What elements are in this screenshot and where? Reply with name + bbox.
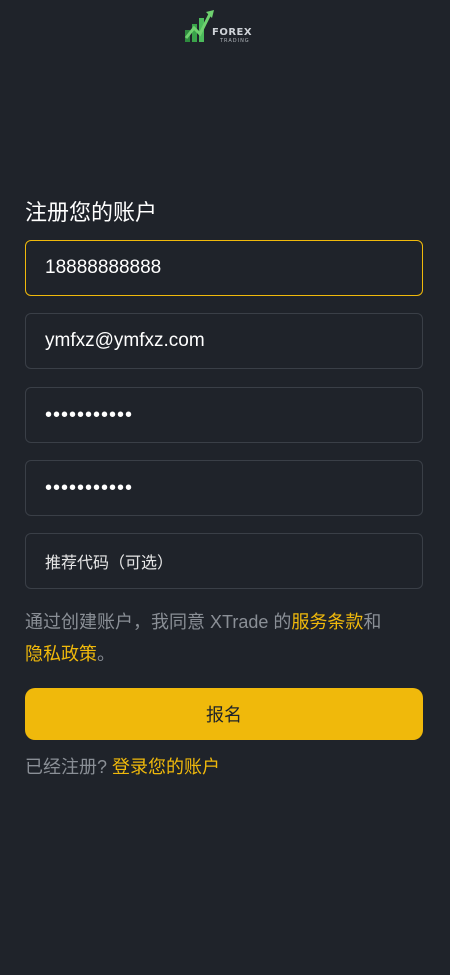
phone-value: 18888888888 bbox=[45, 257, 162, 278]
email-field[interactable]: ymfxz@ymfxz.com bbox=[25, 313, 423, 369]
forex-trading-logo: FOREX TRADING bbox=[184, 8, 260, 46]
logo-subtitle: TRADING bbox=[220, 38, 250, 44]
terms-prefix: 通过创建账户，我同意 XTrade 的 bbox=[25, 612, 292, 632]
login-link[interactable]: 登录您的账户 bbox=[112, 757, 220, 777]
page-title: 注册您的账户 bbox=[25, 200, 158, 225]
privacy-policy-link[interactable]: 隐私政策 bbox=[25, 644, 97, 664]
login-prompt-line: 已经注册? 登录您的账户 bbox=[25, 754, 220, 780]
phone-field[interactable]: 18888888888 bbox=[25, 240, 423, 296]
confirm-password-field[interactable]: ••••••••••• bbox=[25, 460, 423, 516]
terms-agreement-text: 通过创建账户，我同意 XTrade 的服务条款和 隐私政策。 bbox=[25, 606, 425, 670]
login-prompt: 已经注册? bbox=[25, 757, 108, 777]
password-field[interactable]: ••••••••••• bbox=[25, 387, 423, 443]
confirm-password-mask: ••••••••••• bbox=[45, 476, 134, 499]
terms-of-service-link[interactable]: 服务条款 bbox=[291, 612, 363, 632]
email-value: ymfxz@ymfxz.com bbox=[45, 330, 205, 351]
terms-suffix: 。 bbox=[97, 644, 115, 664]
signup-button[interactable]: 报名 bbox=[25, 688, 423, 740]
signup-button-label: 报名 bbox=[206, 705, 242, 725]
referral-code-placeholder: 推荐代码（可选） bbox=[45, 555, 174, 572]
terms-and: 和 bbox=[363, 612, 382, 632]
password-mask: ••••••••••• bbox=[45, 403, 134, 426]
logo-wordmark: FOREX bbox=[212, 27, 253, 38]
referral-code-field[interactable]: 推荐代码（可选） bbox=[25, 533, 423, 589]
